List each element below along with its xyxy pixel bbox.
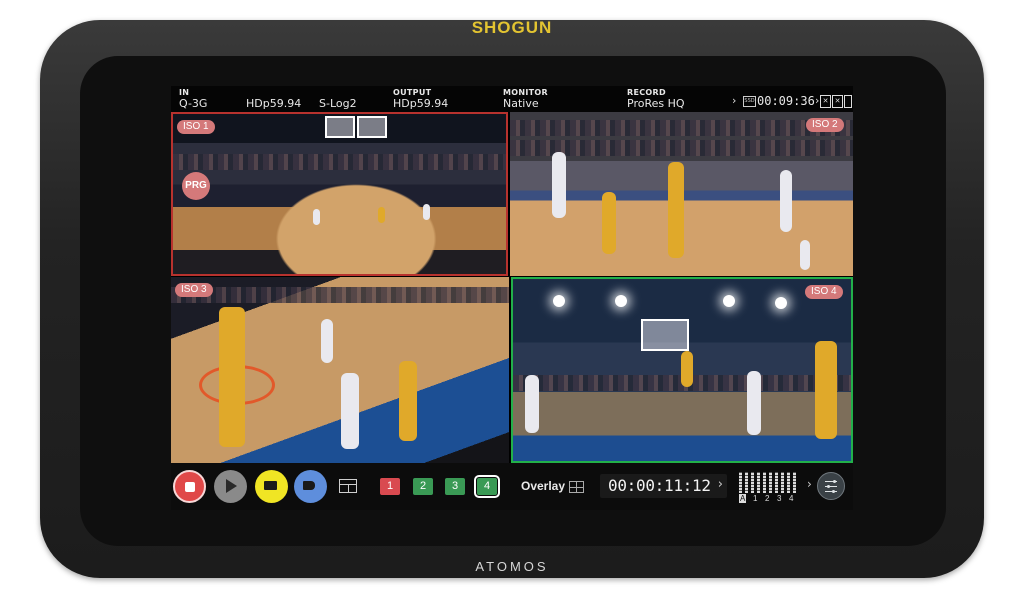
record-stop-button[interactable] bbox=[173, 470, 206, 503]
play-button[interactable] bbox=[214, 470, 247, 503]
record-label: RECORD bbox=[627, 88, 666, 97]
audio-meter-bar bbox=[793, 472, 796, 493]
crowd bbox=[173, 154, 506, 170]
scoreboard bbox=[357, 116, 387, 138]
status-bar: IN Q-3G HDp59.94 S-Log2 OUTPUT HDp59.94 … bbox=[171, 86, 853, 112]
player bbox=[800, 240, 810, 270]
audio-channel-label: 1 bbox=[753, 494, 758, 503]
output-label: OUTPUT bbox=[393, 88, 432, 97]
chevron-right-icon: › bbox=[807, 477, 812, 491]
player bbox=[399, 361, 417, 441]
chevron-right-icon: › bbox=[717, 477, 723, 492]
cue-button[interactable] bbox=[255, 470, 288, 503]
audio-channel-label: 3 bbox=[777, 494, 782, 503]
scoreboard bbox=[325, 116, 355, 138]
iso-4-view[interactable]: ISO 4 bbox=[511, 277, 853, 463]
player bbox=[780, 170, 792, 232]
audio-meter-bar bbox=[757, 472, 760, 493]
audio-meter-bar bbox=[781, 472, 784, 493]
crowd bbox=[171, 287, 509, 303]
camera-2-button[interactable]: 2 bbox=[413, 478, 433, 495]
audio-channel-label: 4 bbox=[789, 494, 794, 503]
input-label: IN bbox=[179, 88, 190, 97]
iso-2-view[interactable]: ISO 2 bbox=[510, 112, 853, 276]
player bbox=[423, 204, 430, 220]
player bbox=[681, 351, 693, 387]
record-format: ProRes HQ bbox=[627, 97, 685, 110]
player bbox=[525, 375, 539, 433]
tag-button[interactable] bbox=[294, 470, 327, 503]
battery-b-icon: ✕ bbox=[832, 95, 843, 108]
battery-a-icon: ✕ bbox=[820, 95, 831, 108]
brand-logo-top: SHOGUN bbox=[471, 18, 553, 37]
audio-meter-bar bbox=[745, 472, 748, 493]
audio-meter-bar bbox=[763, 472, 766, 493]
audio-meter-bar bbox=[787, 472, 790, 493]
chevron-right-icon: › bbox=[815, 94, 820, 107]
monitor-value: Native bbox=[503, 97, 539, 110]
audio-meters[interactable] bbox=[737, 471, 807, 493]
battery-charge-icon bbox=[844, 95, 852, 108]
overlay-button[interactable]: Overlay bbox=[521, 479, 565, 493]
camera-3-button[interactable]: 3 bbox=[445, 478, 465, 495]
audio-channel-label: 2 bbox=[765, 494, 770, 503]
audio-meter-bar bbox=[751, 472, 754, 493]
ssd-icon: SSD bbox=[743, 96, 756, 107]
audio-meter-bar bbox=[739, 472, 742, 493]
camera-1-button[interactable]: 1 bbox=[380, 478, 400, 495]
crowd bbox=[510, 120, 853, 136]
audio-channel-label: A bbox=[739, 494, 747, 503]
remaining-record-time[interactable]: 00:09:36 bbox=[757, 94, 815, 108]
monitor-label: MONITOR bbox=[503, 88, 548, 97]
player bbox=[313, 209, 320, 225]
audio-meter-bar bbox=[775, 472, 778, 493]
audio-meter-bar bbox=[769, 472, 772, 493]
player bbox=[321, 319, 333, 363]
player bbox=[378, 207, 385, 223]
player bbox=[341, 373, 359, 449]
brand-logo-bottom: ATOMOS bbox=[475, 559, 549, 574]
iso-3-badge: ISO 3 bbox=[175, 283, 213, 297]
input-value: Q-3G bbox=[179, 97, 208, 110]
timecode-display[interactable]: 00:00:11:12 › bbox=[600, 474, 727, 498]
bottom-toolbar: 1 2 3 4 Overlay 00:00:11:12 › A 1 2 3 4 … bbox=[171, 463, 853, 510]
iso-3-view[interactable]: ISO 3 bbox=[171, 277, 509, 463]
player bbox=[747, 371, 761, 435]
backboard bbox=[641, 319, 689, 351]
iso-2-badge: ISO 2 bbox=[806, 118, 844, 132]
output-value: HDp59.94 bbox=[393, 97, 449, 110]
player bbox=[552, 152, 566, 218]
chevron-right-icon: › bbox=[732, 94, 737, 107]
screen: IN Q-3G HDp59.94 S-Log2 OUTPUT HDp59.94 … bbox=[171, 86, 853, 510]
input-log-format: S-Log2 bbox=[319, 97, 357, 110]
arena-light bbox=[775, 297, 787, 309]
program-badge: PRG bbox=[182, 172, 210, 200]
iso-1-badge: ISO 1 bbox=[177, 120, 215, 134]
layout-icon[interactable] bbox=[339, 479, 357, 493]
arena-light bbox=[553, 295, 565, 307]
iso-1-view[interactable]: ISO 1 PRG bbox=[171, 112, 508, 276]
input-resolution: HDp59.94 bbox=[246, 97, 302, 110]
arena-light bbox=[615, 295, 627, 307]
settings-sliders-icon[interactable] bbox=[817, 472, 845, 500]
player bbox=[815, 341, 837, 439]
overlay-grid-icon[interactable] bbox=[569, 481, 584, 493]
player bbox=[602, 192, 616, 254]
player bbox=[219, 307, 245, 447]
timecode-value: 00:00:11:12 bbox=[608, 476, 711, 495]
iso-4-badge: ISO 4 bbox=[805, 285, 843, 299]
player bbox=[668, 162, 684, 258]
camera-4-button[interactable]: 4 bbox=[474, 475, 500, 498]
arena-light bbox=[723, 295, 735, 307]
